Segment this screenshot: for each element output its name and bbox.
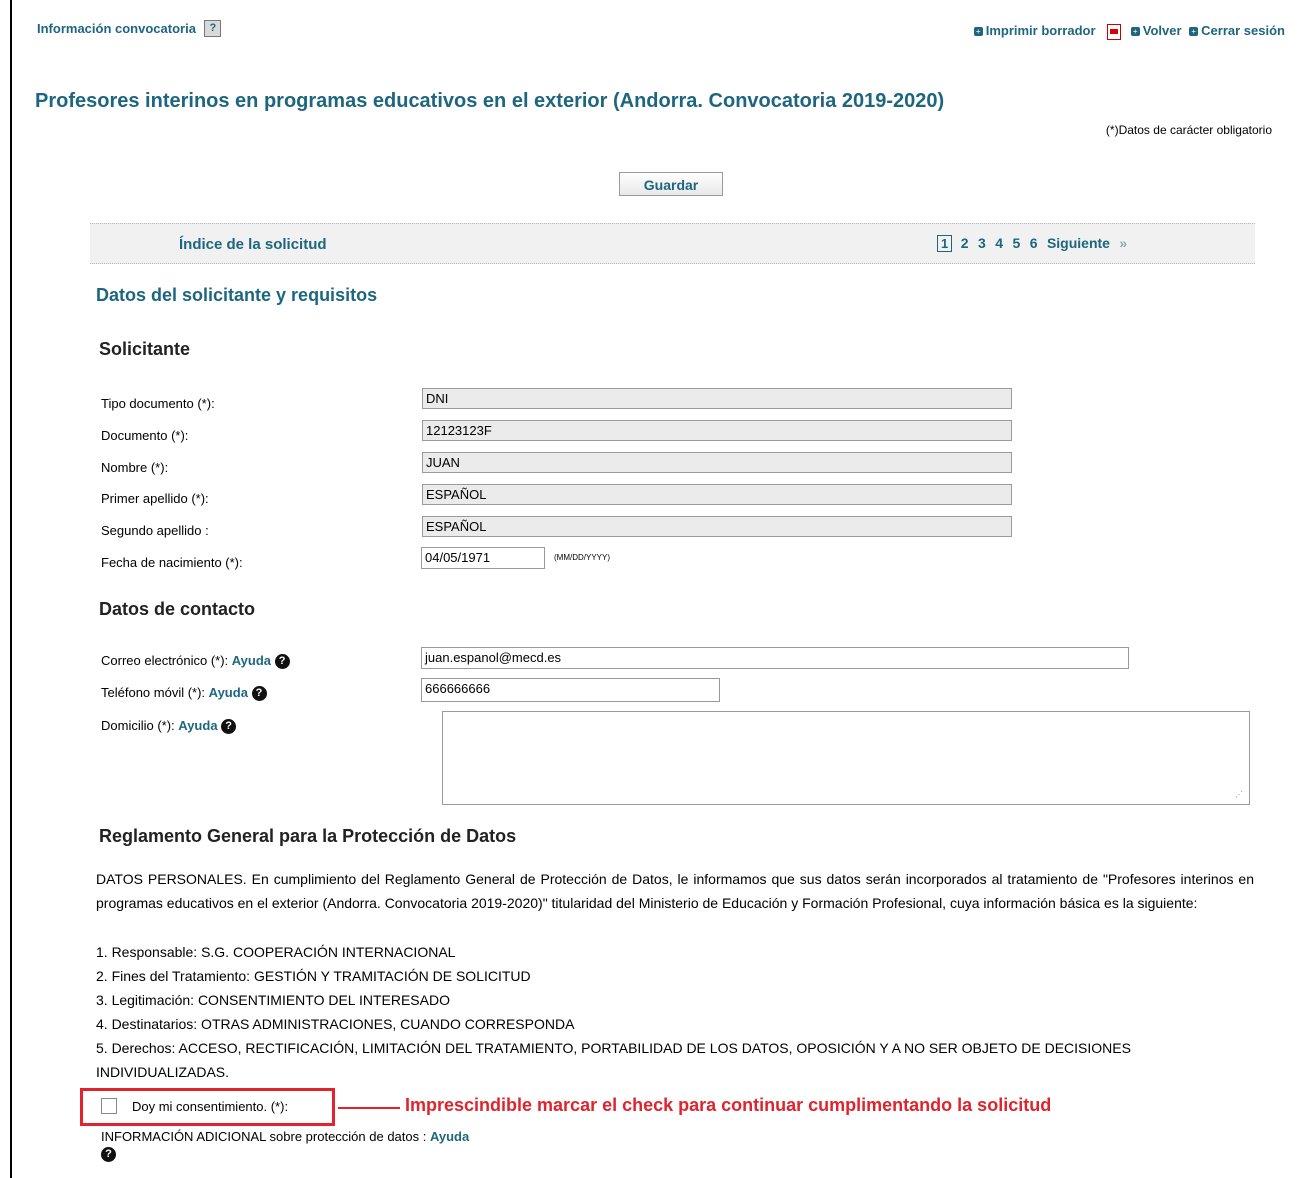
gdpr-item-5: 5. Derechos: ACCESO, RECTIFICACIÓN, LIMI… — [96, 1040, 1131, 1080]
gdpr-heading: Reglamento General para la Protección de… — [99, 826, 517, 846]
address-label-row: Domicilio (*): Ayuda ? — [101, 718, 237, 735]
birthdate-format: (MM/DD/YYYY) — [554, 553, 610, 562]
page-link-4[interactable]: 4 — [995, 235, 1003, 251]
annotation-line — [338, 1107, 400, 1109]
header-actions: + Imprimir borrador + Volver + Cerrar sesió… — [973, 23, 1285, 40]
applicant-heading: Solicitante — [99, 339, 191, 359]
email-label: Correo electrónico (*): — [101, 653, 229, 668]
section-title: Datos del solicitante y requisitos — [96, 285, 378, 305]
resize-handle-icon[interactable]: ⋰ — [1235, 790, 1243, 799]
consent-label: Doy mi consentimiento. (*): — [132, 1099, 289, 1114]
birthdate-label: Fecha de nacimiento (*): — [101, 555, 243, 570]
doc-type-label: Tipo documento (*): — [101, 396, 215, 411]
question-circle-icon[interactable]: ? — [274, 654, 290, 670]
consent-checkbox[interactable] — [101, 1098, 117, 1114]
email-input[interactable]: juan.espanol@mecd.es — [421, 647, 1129, 669]
print-draft-link[interactable]: Imprimir borrador — [986, 23, 1096, 38]
bullet-icon: + — [1130, 27, 1140, 37]
gdpr-intro: DATOS PERSONALES. En cumplimiento del Re… — [96, 871, 1254, 911]
phone-label-row: Teléfono móvil (*): Ayuda ? — [101, 685, 267, 702]
document-field: 12123123F — [422, 420, 1012, 441]
page-link-5[interactable]: 5 — [1012, 235, 1020, 251]
question-circle-icon[interactable]: ? — [221, 719, 237, 735]
email-help-link[interactable]: Ayuda — [232, 653, 271, 668]
question-square-icon[interactable]: ? — [204, 20, 222, 38]
email-label-row: Correo electrónico (*): Ayuda ? — [101, 653, 290, 670]
page-current: 1 — [937, 235, 953, 252]
birthdate-input[interactable]: 04/05/1971 — [421, 547, 545, 569]
question-circle-icon[interactable]: ? — [251, 686, 267, 702]
logout-link[interactable]: Cerrar sesión — [1201, 23, 1285, 38]
document-label: Documento (*): — [101, 428, 189, 443]
bullet-icon: + — [1189, 27, 1199, 37]
second-surname-label: Segundo apellido : — [101, 523, 209, 538]
mandatory-note: (*)Datos de carácter obligatorio — [1105, 123, 1272, 137]
gdpr-item-3: 3. Legitimación: CONSENTIMIENTO DEL INTE… — [96, 992, 450, 1008]
name-label: Nombre (*): — [101, 460, 169, 475]
back-link[interactable]: Volver — [1143, 23, 1182, 38]
second-surname-field: ESPAÑOL — [422, 516, 1012, 537]
gdpr-item-2: 2. Fines del Tratamiento: GESTIÓN Y TRAM… — [96, 968, 531, 984]
gdpr-item-1: 1. Responsable: S.G. COOPERACIÓN INTERNA… — [96, 944, 456, 960]
contact-heading: Datos de contacto — [99, 599, 256, 619]
pagination: 1 2 3 4 5 6 Siguiente » — [937, 235, 1127, 253]
phone-label: Teléfono móvil (*): — [101, 685, 206, 700]
bullet-icon: + — [973, 27, 983, 37]
page-link-2[interactable]: 2 — [961, 235, 969, 251]
page-title: Profesores interinos en programas educat… — [35, 90, 945, 112]
doc-type-field: DNI — [422, 388, 1012, 409]
left-border — [10, 0, 12, 1178]
address-help-link[interactable]: Ayuda — [178, 718, 217, 733]
gdpr-item-4: 4. Destinatarios: OTRAS ADMINISTRACIONES… — [96, 1016, 575, 1032]
gdpr-help-link[interactable]: Ayuda — [430, 1129, 469, 1144]
additional-info-label: INFORMACIÓN ADICIONAL sobre protección d… — [101, 1129, 427, 1144]
first-surname-label: Primer apellido (*): — [101, 491, 209, 506]
address-label: Domicilio (*): — [101, 718, 175, 733]
name-field: JUAN — [422, 452, 1012, 473]
address-textarea[interactable]: ⋰ — [442, 711, 1250, 805]
double-chevron-right-icon[interactable]: » — [1119, 235, 1127, 251]
next-link[interactable]: Siguiente — [1047, 235, 1110, 251]
index-link[interactable]: Índice de la solicitud — [179, 236, 327, 253]
info-convocatoria[interactable]: Información convocatoria ? — [37, 20, 222, 38]
phone-help-link[interactable]: Ayuda — [209, 685, 248, 700]
pdf-icon[interactable] — [1107, 23, 1122, 40]
save-button[interactable]: Guardar — [619, 172, 723, 196]
page-link-6[interactable]: 6 — [1030, 235, 1038, 251]
phone-input[interactable]: 666666666 — [421, 678, 720, 702]
info-convocatoria-link[interactable]: Información convocatoria — [37, 21, 196, 36]
question-circle-icon[interactable]: ? — [101, 1147, 116, 1162]
additional-info: INFORMACIÓN ADICIONAL sobre protección d… — [101, 1129, 469, 1144]
first-surname-field: ESPAÑOL — [422, 484, 1012, 505]
annotation-text: Imprescindible marcar el check para cont… — [405, 1095, 1052, 1115]
page-link-3[interactable]: 3 — [978, 235, 986, 251]
application-index-bar: Índice de la solicitud 1 2 3 4 5 6 Sigui… — [90, 223, 1255, 264]
